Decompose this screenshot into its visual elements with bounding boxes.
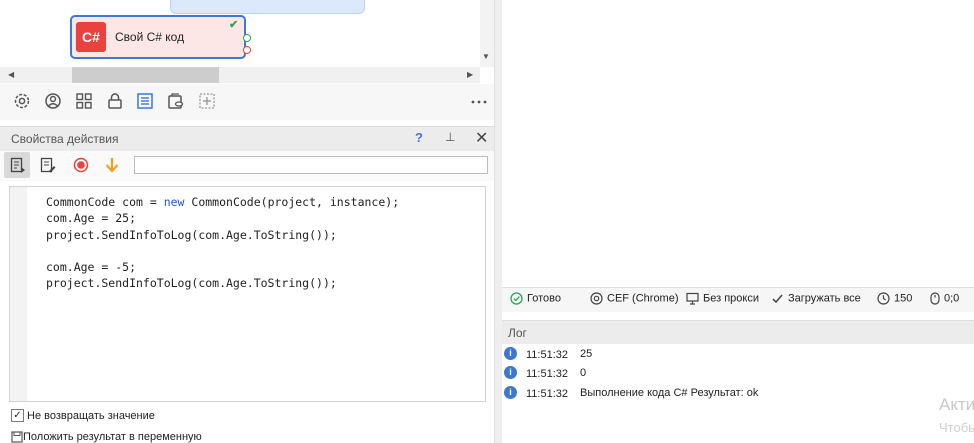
help-icon[interactable]: ? (415, 130, 423, 145)
status-timeout[interactable]: 150 (877, 292, 912, 305)
info-icon: i (504, 347, 517, 360)
status-ready-label: Готово (527, 292, 561, 305)
csharp-code-node[interactable]: C# Свой C# код ✔ (70, 15, 251, 59)
status-load-label: Загружать все (788, 292, 861, 305)
no-return-label: Не возвращать значение (27, 409, 155, 422)
log-title: Лог (508, 326, 527, 340)
status-proxy[interactable]: Без прокси (686, 292, 759, 305)
check-circle-icon (510, 292, 523, 305)
mouse-icon (930, 292, 940, 305)
code-text[interactable]: CommonCode com = new CommonCode(project,… (46, 194, 399, 292)
gear-icon[interactable] (13, 92, 31, 110)
project-canvas[interactable]: C# Свой C# код ✔ (0, 0, 480, 67)
to-variable-label: Положить результат в переменную (23, 430, 202, 443)
scroll-down-arrow-icon[interactable]: ▼ (482, 52, 490, 61)
lock-icon[interactable] (106, 92, 124, 110)
no-return-checkbox[interactable]: ✓ (11, 409, 24, 423)
grid-icon[interactable] (75, 92, 93, 110)
status-ready: Готово (510, 292, 561, 305)
edit-icon[interactable] (40, 157, 56, 173)
editor-gutter (10, 187, 27, 401)
check-icon (772, 294, 783, 304)
code-line: CommonCode com = new CommonCode(project,… (46, 195, 400, 209)
status-counter-value: 0;0 (944, 292, 960, 305)
log-time: 11:51:32 (526, 349, 569, 361)
list-icon[interactable] (136, 92, 154, 110)
log-message: 0 (580, 367, 587, 379)
add-box-icon[interactable] (198, 92, 216, 110)
panel-title: Свойства действия (11, 132, 119, 146)
code-line: project.SendInfoToLog(com.Age.ToString()… (46, 227, 337, 242)
vertical-splitter[interactable] (494, 0, 502, 443)
close-icon[interactable]: ✕ (475, 128, 488, 148)
previous-action-node[interactable] (170, 0, 365, 14)
log-entry[interactable]: i 11:51:32 0 (504, 366, 586, 384)
code-line: com.Age = 25; (46, 211, 137, 226)
database-icon[interactable] (167, 92, 185, 110)
log-entry[interactable]: i 11:51:32 25 (504, 347, 592, 365)
no-return-option[interactable]: ✓ Не возвращать значение (11, 408, 155, 423)
csharp-icon: C# (76, 22, 106, 52)
activation-watermark-subtext: Чтобы (939, 420, 974, 435)
to-variable-option[interactable]: Положить результат в переменную (11, 429, 202, 443)
info-icon: i (504, 386, 517, 399)
status-load[interactable]: Загружать все (771, 292, 861, 305)
activation-watermark: Акти (939, 395, 974, 414)
info-icon: i (504, 366, 517, 379)
log-time: 11:51:32 (526, 388, 569, 400)
pin-icon[interactable]: ⊥ (445, 130, 455, 144)
scroll-left-arrow-icon[interactable]: ◀ (8, 70, 14, 79)
browser-view[interactable] (502, 0, 974, 287)
log-panel-header (502, 320, 974, 345)
log-time: 11:51:32 (526, 368, 569, 380)
status-counter[interactable]: 0;0 (930, 292, 959, 305)
arrow-down-icon[interactable] (104, 157, 120, 173)
more-icon[interactable] (470, 92, 488, 110)
code-line: project.SendInfoToLog(com.Age.ToString()… (46, 276, 337, 291)
check-icon: ✔ (229, 19, 239, 31)
status-timeout-value: 150 (894, 292, 913, 305)
horizontal-scroll-thumb[interactable] (72, 67, 219, 83)
status-browser[interactable]: CEF (Chrome) (590, 292, 679, 305)
code-view-icon[interactable] (10, 157, 26, 173)
user-circle-icon[interactable] (44, 92, 62, 110)
properties-search-input[interactable] (134, 156, 488, 174)
log-message: Выполнение кода C# Результат: ok (580, 387, 759, 399)
clock-icon (877, 292, 890, 305)
code-line: com.Age = -5; (46, 260, 137, 275)
scroll-right-arrow-icon[interactable]: ▶ (467, 70, 473, 79)
monitor-icon (686, 292, 699, 305)
status-browser-label: CEF (Chrome) (607, 292, 679, 305)
chrome-icon (590, 292, 603, 305)
error-port[interactable] (243, 46, 251, 54)
log-entry[interactable]: i 11:51:32 Выполнение кода C# Результат:… (504, 386, 758, 404)
success-port[interactable] (243, 34, 251, 42)
status-proxy-label: Без прокси (703, 292, 759, 305)
record-icon[interactable] (73, 157, 89, 173)
node-label: Свой C# код (115, 30, 185, 44)
log-message: 25 (580, 348, 593, 360)
save-icon (11, 431, 23, 443)
